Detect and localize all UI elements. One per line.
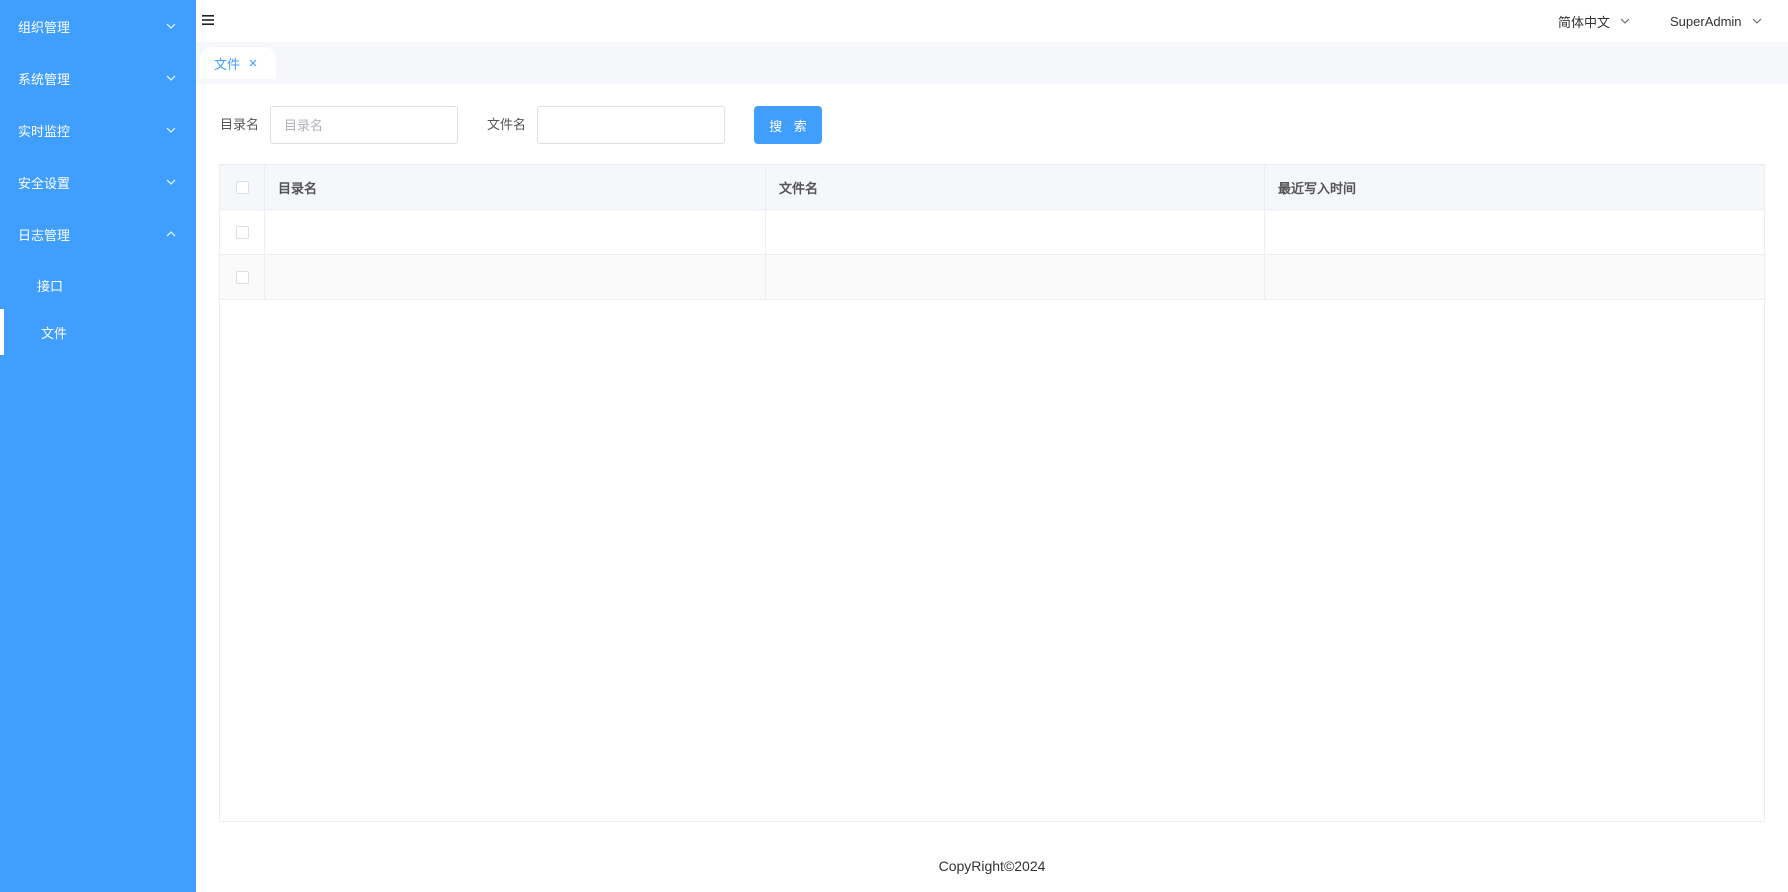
- top-header: 简体中文 SuperAdmin: [196, 0, 1788, 42]
- sidebar-subitem-interface[interactable]: 接口: [0, 262, 196, 308]
- table-row[interactable]: [220, 210, 1764, 255]
- sidebar-item-system[interactable]: 系统管理: [0, 52, 196, 104]
- sidebar-item-label: 安全设置: [18, 175, 71, 191]
- language-label: 简体中文: [1558, 14, 1611, 30]
- app-root: 组织管理 系统管理 实时监控 安全设置 日志管理 接口 文件 简体中文 Supe…: [0, 0, 1788, 892]
- search-button[interactable]: 搜 索: [754, 106, 822, 144]
- row-checkbox[interactable]: [235, 270, 249, 284]
- sidebar-item-label: 实时监控: [18, 123, 71, 139]
- chevron-down-icon: [166, 125, 176, 135]
- hamburger-icon[interactable]: [202, 14, 216, 28]
- column-header-file[interactable]: 文件名: [765, 165, 1264, 209]
- row-select-cell: [220, 255, 264, 299]
- sidebar-item-label: 系统管理: [18, 71, 71, 87]
- sidebar-subitem-label: 接口: [37, 278, 64, 294]
- cell-time: [1264, 210, 1764, 254]
- dir-name-label: 目录名: [220, 117, 260, 132]
- sidebar-subitem-file[interactable]: 文件: [0, 309, 196, 355]
- active-indicator: [0, 309, 4, 355]
- sidebar-item-logs[interactable]: 日志管理: [0, 208, 196, 260]
- sidebar-item-label: 日志管理: [18, 227, 71, 243]
- sidebar-item-security[interactable]: 安全设置: [0, 156, 196, 208]
- chevron-down-icon: [166, 177, 176, 187]
- sidebar: 组织管理 系统管理 实时监控 安全设置 日志管理 接口 文件: [0, 0, 196, 892]
- sidebar-subitem-label: 文件: [41, 325, 68, 341]
- sidebar-item-monitor[interactable]: 实时监控: [0, 104, 196, 156]
- chevron-up-icon: [166, 229, 176, 239]
- select-all-checkbox[interactable]: [235, 180, 249, 194]
- footer-copyright: CopyRight©2024: [938, 858, 1046, 874]
- table-header: 目录名 文件名 最近写入时间: [220, 165, 1764, 210]
- row-select-cell: [220, 210, 264, 254]
- language-dropdown[interactable]: 简体中文: [1558, 0, 1630, 42]
- dir-name-input[interactable]: [270, 106, 458, 144]
- tab-label: 文件: [214, 56, 241, 72]
- file-table: 目录名 文件名 最近写入时间: [219, 164, 1765, 822]
- sidebar-item-label: 组织管理: [18, 19, 71, 35]
- chevron-down-icon: [166, 73, 176, 83]
- column-header-dir[interactable]: 目录名: [264, 165, 765, 209]
- tabs-bar: 文件: [196, 42, 1788, 84]
- file-name-input[interactable]: [537, 106, 725, 144]
- file-name-label: 文件名: [487, 117, 527, 132]
- cell-dir: [264, 255, 765, 299]
- cell-file: [765, 255, 1264, 299]
- column-header-time[interactable]: 最近写入时间: [1264, 165, 1764, 209]
- chevron-down-icon: [1620, 16, 1630, 26]
- row-checkbox[interactable]: [235, 225, 249, 239]
- cell-dir: [264, 210, 765, 254]
- table-row[interactable]: [220, 255, 1764, 300]
- sidebar-item-org[interactable]: 组织管理: [0, 0, 196, 52]
- chevron-down-icon: [1752, 16, 1762, 26]
- cell-file: [765, 210, 1264, 254]
- tab-file[interactable]: 文件: [200, 47, 277, 79]
- user-dropdown[interactable]: SuperAdmin: [1670, 0, 1762, 42]
- close-icon[interactable]: [248, 58, 258, 68]
- chevron-down-icon: [166, 21, 176, 31]
- select-all-cell: [220, 165, 264, 209]
- user-name: SuperAdmin: [1670, 13, 1742, 29]
- cell-time: [1264, 255, 1764, 299]
